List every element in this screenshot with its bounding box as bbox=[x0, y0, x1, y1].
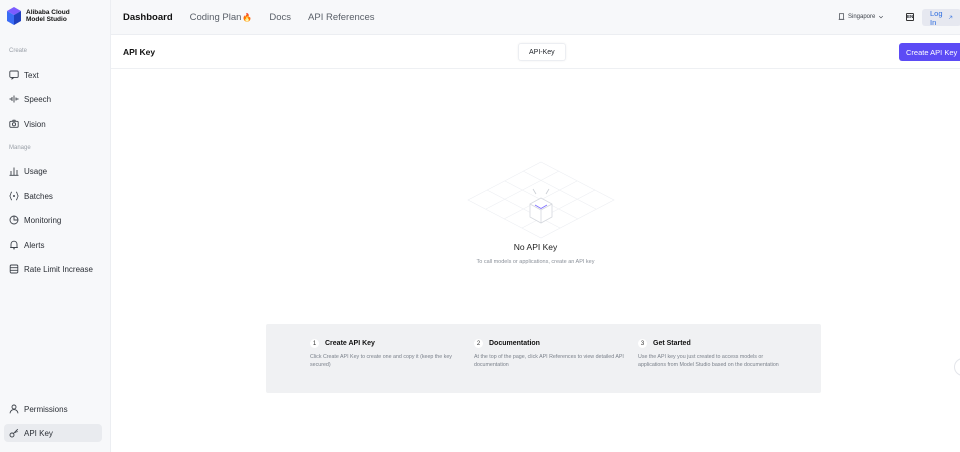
sidebar-item-label: API Key bbox=[24, 428, 53, 438]
sidebar-item-label: Vision bbox=[24, 119, 46, 129]
empty-box-illustration bbox=[467, 161, 615, 239]
empty-state-title: No API Key bbox=[513, 242, 558, 252]
section-label-create: Create bbox=[9, 48, 28, 54]
step-number: 1 bbox=[310, 339, 319, 348]
step-number: 3 bbox=[638, 339, 647, 348]
create-api-key-button[interactable]: Create API Key bbox=[899, 43, 960, 61]
sidebar-item-label: Alerts bbox=[24, 240, 45, 250]
login-label: Log In bbox=[930, 8, 943, 27]
nav-coding-plan[interactable]: Coding Plan🔥 bbox=[190, 12, 253, 23]
page-header: API Key API-Key Create API Key bbox=[111, 35, 960, 69]
model-studio-logo-icon bbox=[7, 7, 21, 25]
sidebar-item-permissions[interactable]: Permissions bbox=[4, 400, 102, 418]
nav-docs[interactable]: Docs bbox=[269, 12, 291, 23]
sidebar-item-api-key[interactable]: API Key bbox=[4, 424, 102, 442]
arrow-up-right-icon bbox=[948, 15, 952, 20]
sidebar-item-batches[interactable]: Batches bbox=[4, 187, 102, 205]
step-description: Click Create API Key to create one and c… bbox=[310, 354, 452, 368]
nav-api-references[interactable]: API References bbox=[308, 12, 375, 23]
language-toggle[interactable]: EN bbox=[906, 13, 914, 21]
bell-icon bbox=[9, 240, 19, 250]
main-content: API Key API-Key Create API Key No API Ke… bbox=[111, 35, 960, 452]
region-icon bbox=[838, 13, 845, 20]
top-navigation-bar: Dashboard Coding Plan🔥 Docs API Referenc… bbox=[111, 0, 960, 35]
sidebar-item-label: Speech bbox=[24, 94, 52, 104]
sidebar-item-alerts[interactable]: Alerts bbox=[4, 236, 102, 254]
region-selector[interactable]: Singapore bbox=[838, 13, 884, 20]
step-header: 2 Documentation bbox=[474, 339, 624, 348]
nav-coding-plan-label: Coding Plan bbox=[189, 12, 242, 23]
region-label: Singapore bbox=[848, 13, 876, 20]
camera-icon bbox=[9, 119, 19, 129]
getting-started-steps: 1 Create API Key Click Create API Key to… bbox=[266, 324, 821, 393]
login-button[interactable]: Log In bbox=[922, 8, 960, 27]
step-title: Documentation bbox=[489, 340, 540, 347]
step-documentation: 2 Documentation At the top of the page, … bbox=[474, 339, 624, 369]
brand-line-2: Model Studio bbox=[26, 16, 67, 23]
step-header: 3 Get Started bbox=[638, 339, 788, 348]
database-icon bbox=[9, 264, 19, 274]
sidebar-item-rate-limit-increase[interactable]: Rate Limit Increase bbox=[4, 260, 102, 278]
sidebar-item-label: Batches bbox=[24, 191, 53, 201]
sidebar-item-label: Permissions bbox=[24, 404, 68, 414]
brand-logo[interactable]: Alibaba Cloud Model Studio bbox=[7, 7, 70, 25]
chat-icon bbox=[9, 70, 19, 80]
step-title: Get Started bbox=[653, 340, 691, 347]
sidebar-item-usage[interactable]: Usage bbox=[4, 162, 102, 180]
step-create-api-key: 1 Create API Key Click Create API Key to… bbox=[310, 339, 460, 369]
bar-chart-icon bbox=[9, 166, 19, 176]
step-get-started: 3 Get Started Use the API key you just c… bbox=[638, 339, 788, 369]
section-label-manage: Manage bbox=[9, 145, 31, 151]
nav-dashboard[interactable]: Dashboard bbox=[123, 12, 173, 23]
step-number: 2 bbox=[474, 339, 483, 348]
step-description: Use the API key you just created to acce… bbox=[638, 354, 779, 368]
sidebar-item-label: Text bbox=[24, 70, 39, 80]
sidebar-item-text[interactable]: Text bbox=[4, 66, 102, 84]
sidebar-item-vision[interactable]: Vision bbox=[4, 115, 102, 133]
pie-chart-icon bbox=[9, 215, 19, 225]
waveform-icon bbox=[9, 94, 19, 104]
empty-state-subtitle: To call models or applications, create a… bbox=[476, 259, 595, 265]
sidebar-item-label: Usage bbox=[24, 166, 48, 176]
sidebar-item-label: Rate Limit Increase bbox=[24, 264, 93, 274]
side-panel-handle[interactable] bbox=[954, 358, 960, 376]
sidebar: Alibaba Cloud Model Studio Create Text S… bbox=[0, 0, 111, 452]
sidebar-item-speech[interactable]: Speech bbox=[4, 90, 102, 108]
top-nav: Dashboard Coding Plan🔥 Docs API Referenc… bbox=[123, 12, 375, 23]
braces-icon bbox=[9, 191, 19, 201]
chevron-down-icon bbox=[879, 15, 884, 18]
page-title: API Key bbox=[123, 47, 156, 57]
fire-icon: 🔥 bbox=[242, 13, 253, 22]
brand-name: Alibaba Cloud Model Studio bbox=[26, 9, 70, 23]
sidebar-item-label: Monitoring bbox=[24, 215, 62, 225]
step-description: At the top of the page, click API Refere… bbox=[474, 354, 624, 368]
brand-line-1: Alibaba Cloud bbox=[26, 9, 70, 16]
sidebar-item-monitoring[interactable]: Monitoring bbox=[4, 211, 102, 229]
user-icon bbox=[9, 404, 19, 414]
step-header: 1 Create API Key bbox=[310, 339, 460, 348]
key-icon bbox=[9, 428, 19, 438]
step-title: Create API Key bbox=[325, 340, 375, 347]
tab-api-key[interactable]: API-Key bbox=[518, 43, 566, 61]
